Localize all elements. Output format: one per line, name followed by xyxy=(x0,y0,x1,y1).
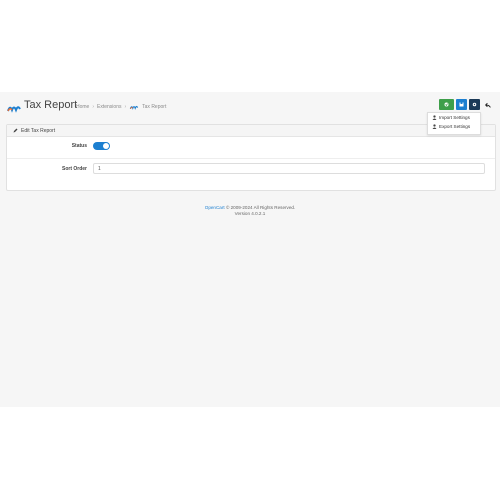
divider xyxy=(7,158,495,159)
breadcrumb: Home › Extensions › Tax Report xyxy=(76,104,166,110)
card-header: Edit Tax Report xyxy=(7,125,495,137)
status-label: Status xyxy=(71,143,87,149)
gear-icon xyxy=(472,102,477,107)
breadcrumb-separator: › xyxy=(92,104,95,110)
save-icon xyxy=(444,102,449,107)
import-settings-item[interactable]: Import Settings xyxy=(428,113,480,122)
sort-order-input[interactable]: 1 xyxy=(93,163,485,174)
opencart-link[interactable]: OpenCart xyxy=(205,205,225,210)
floppy-icon xyxy=(459,102,464,107)
page-header: Tax Report Home › Extensions › Tax Repor… xyxy=(7,99,493,121)
version-text: Version 4.0.2.1 xyxy=(234,211,266,216)
opencart-logo-icon xyxy=(129,105,139,110)
page-content: Tax Report Home › Extensions › Tax Repor… xyxy=(0,92,500,407)
sort-order-label: Sort Order xyxy=(61,166,87,172)
user-icon xyxy=(432,124,437,129)
edit-card: Edit Tax Report Status Sort Order 1 xyxy=(6,124,496,191)
sort-order-row: Sort Order 1 xyxy=(7,162,495,176)
reply-icon xyxy=(484,102,491,108)
breadcrumb-separator: › xyxy=(124,104,127,110)
copyright-text: © 2009-2024 All Rights Reserved. xyxy=(225,205,296,210)
opencart-logo-icon xyxy=(7,106,21,113)
breadcrumb-extensions[interactable]: Extensions xyxy=(97,104,121,110)
back-button[interactable] xyxy=(482,99,493,110)
breadcrumb-home[interactable]: Home xyxy=(76,104,89,110)
export-settings-label: Export Settings xyxy=(439,124,471,129)
floppy-button[interactable] xyxy=(456,99,467,110)
toggle-knob xyxy=(103,143,109,149)
page-title: Tax Report xyxy=(24,99,78,111)
footer: OpenCart © 2009-2024 All Rights Reserved… xyxy=(0,205,500,217)
status-row: Status xyxy=(7,139,495,153)
header-actions xyxy=(439,99,493,110)
pencil-icon xyxy=(13,128,18,133)
settings-button[interactable] xyxy=(469,99,480,110)
status-toggle[interactable] xyxy=(93,142,110,150)
breadcrumb-current[interactable]: Tax Report xyxy=(142,104,166,110)
export-settings-item[interactable]: Export Settings xyxy=(428,122,480,131)
settings-dropdown: Import Settings Export Settings xyxy=(427,112,481,135)
user-icon xyxy=(432,115,437,120)
card-title: Edit Tax Report xyxy=(21,127,56,134)
save-button[interactable] xyxy=(439,99,454,110)
import-settings-label: Import Settings xyxy=(439,115,470,120)
